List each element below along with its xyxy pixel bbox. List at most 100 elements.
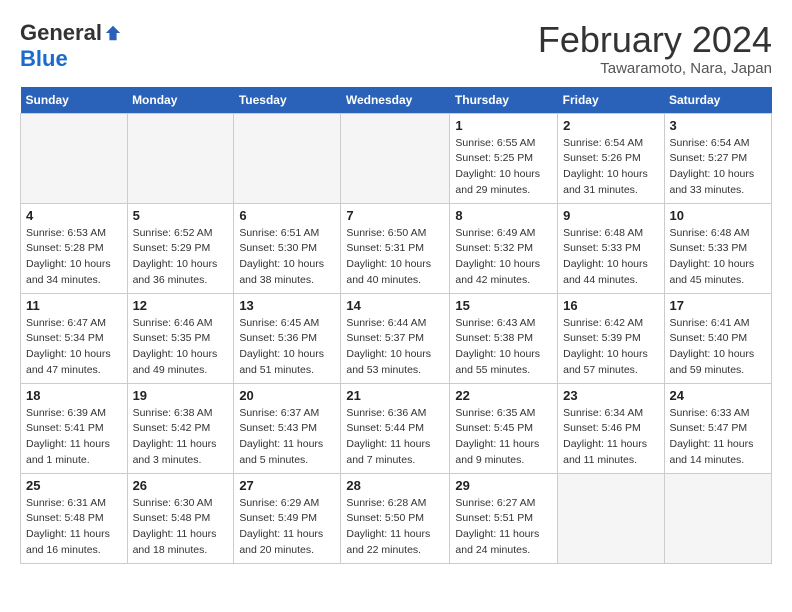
day-number: 10 <box>670 208 767 223</box>
day-info: Sunrise: 6:48 AMSunset: 5:33 PMDaylight:… <box>563 226 658 289</box>
calendar-day-cell: 21 Sunrise: 6:36 AMSunset: 5:44 PMDayligh… <box>341 383 450 473</box>
day-number: 1 <box>455 118 552 133</box>
day-info: Sunrise: 6:37 AMSunset: 5:43 PMDaylight:… <box>239 406 335 469</box>
calendar-day-cell: 26 Sunrise: 6:30 AMSunset: 5:48 PMDayligh… <box>127 473 234 563</box>
day-number: 13 <box>239 298 335 313</box>
calendar-day-cell <box>558 473 664 563</box>
day-info: Sunrise: 6:53 AMSunset: 5:28 PMDaylight:… <box>26 226 122 289</box>
day-info: Sunrise: 6:39 AMSunset: 5:41 PMDaylight:… <box>26 406 122 469</box>
day-info: Sunrise: 6:42 AMSunset: 5:39 PMDaylight:… <box>563 316 658 379</box>
calendar-day-cell: 11Sunrise: 6:47 AMSunset: 5:34 PMDayligh… <box>21 293 128 383</box>
day-number: 28 <box>346 478 444 493</box>
day-info: Sunrise: 6:34 AMSunset: 5:46 PMDaylight:… <box>563 406 658 469</box>
logo-general-text: General <box>20 20 102 46</box>
day-info: Sunrise: 6:35 AMSunset: 5:45 PMDaylight:… <box>455 406 552 469</box>
day-info: Sunrise: 6:33 AMSunset: 5:47 PMDaylight:… <box>670 406 767 469</box>
calendar-day-cell: 18 Sunrise: 6:39 AMSunset: 5:41 PMDayligh… <box>21 383 128 473</box>
calendar-week-row: 11Sunrise: 6:47 AMSunset: 5:34 PMDayligh… <box>21 293 772 383</box>
day-number: 6 <box>239 208 335 223</box>
title-area: February 2024 Tawaramoto, Nara, Japan <box>538 20 772 77</box>
calendar-week-row: 25 Sunrise: 6:31 AMSunset: 5:48 PMDayligh… <box>21 473 772 563</box>
calendar-day-cell: 17Sunrise: 6:41 AMSunset: 5:40 PMDayligh… <box>664 293 772 383</box>
weekday-header: Sunday <box>21 87 128 114</box>
day-info: Sunrise: 6:30 AMSunset: 5:48 PMDaylight:… <box>133 496 229 559</box>
calendar-day-cell: 27Sunrise: 6:29 AMSunset: 5:49 PMDayligh… <box>234 473 341 563</box>
day-info: Sunrise: 6:49 AMSunset: 5:32 PMDaylight:… <box>455 226 552 289</box>
day-number: 17 <box>670 298 767 313</box>
calendar-day-cell: 16 Sunrise: 6:42 AMSunset: 5:39 PMDayligh… <box>558 293 664 383</box>
calendar-day-cell: 7 Sunrise: 6:50 AMSunset: 5:31 PMDaylight… <box>341 203 450 293</box>
day-number: 21 <box>346 388 444 403</box>
calendar-day-cell: 12 Sunrise: 6:46 AMSunset: 5:35 PMDayligh… <box>127 293 234 383</box>
day-info: Sunrise: 6:29 AMSunset: 5:49 PMDaylight:… <box>239 496 335 559</box>
calendar-day-cell: 14Sunrise: 6:44 AMSunset: 5:37 PMDayligh… <box>341 293 450 383</box>
logo: General Blue <box>20 20 122 72</box>
day-number: 11 <box>26 298 122 313</box>
calendar-day-cell <box>664 473 772 563</box>
calendar-day-cell: 6 Sunrise: 6:51 AMSunset: 5:30 PMDaylight… <box>234 203 341 293</box>
day-number: 24 <box>670 388 767 403</box>
calendar-day-cell: 24 Sunrise: 6:33 AMSunset: 5:47 PMDayligh… <box>664 383 772 473</box>
calendar-day-cell: 13Sunrise: 6:45 AMSunset: 5:36 PMDayligh… <box>234 293 341 383</box>
calendar-day-cell: 28 Sunrise: 6:28 AMSunset: 5:50 PMDayligh… <box>341 473 450 563</box>
day-number: 18 <box>26 388 122 403</box>
calendar-table: SundayMondayTuesdayWednesdayThursdayFrid… <box>20 87 772 564</box>
day-number: 4 <box>26 208 122 223</box>
day-info: Sunrise: 6:52 AMSunset: 5:29 PMDaylight:… <box>133 226 229 289</box>
weekday-header-row: SundayMondayTuesdayWednesdayThursdayFrid… <box>21 87 772 114</box>
calendar-day-cell: 29 Sunrise: 6:27 AMSunset: 5:51 PMDayligh… <box>450 473 558 563</box>
calendar-day-cell <box>341 113 450 203</box>
day-number: 25 <box>26 478 122 493</box>
day-info: Sunrise: 6:31 AMSunset: 5:48 PMDaylight:… <box>26 496 122 559</box>
day-info: Sunrise: 6:48 AMSunset: 5:33 PMDaylight:… <box>670 226 767 289</box>
calendar-day-cell: 4 Sunrise: 6:53 AMSunset: 5:28 PMDaylight… <box>21 203 128 293</box>
calendar-day-cell: 25 Sunrise: 6:31 AMSunset: 5:48 PMDayligh… <box>21 473 128 563</box>
page-header: General Blue February 2024 Tawaramoto, N… <box>20 20 772 77</box>
calendar-day-cell: 23Sunrise: 6:34 AMSunset: 5:46 PMDayligh… <box>558 383 664 473</box>
day-number: 22 <box>455 388 552 403</box>
calendar-day-cell: 10 Sunrise: 6:48 AMSunset: 5:33 PMDayligh… <box>664 203 772 293</box>
day-number: 9 <box>563 208 658 223</box>
day-number: 12 <box>133 298 229 313</box>
day-number: 3 <box>670 118 767 133</box>
day-info: Sunrise: 6:54 AMSunset: 5:26 PMDaylight:… <box>563 136 658 199</box>
day-info: Sunrise: 6:38 AMSunset: 5:42 PMDaylight:… <box>133 406 229 469</box>
weekday-header: Wednesday <box>341 87 450 114</box>
day-info: Sunrise: 6:46 AMSunset: 5:35 PMDaylight:… <box>133 316 229 379</box>
calendar-day-cell <box>234 113 341 203</box>
day-number: 16 <box>563 298 658 313</box>
month-title: February 2024 <box>538 20 772 60</box>
calendar-day-cell: 9 Sunrise: 6:48 AMSunset: 5:33 PMDaylight… <box>558 203 664 293</box>
day-number: 7 <box>346 208 444 223</box>
day-number: 14 <box>346 298 444 313</box>
location: Tawaramoto, Nara, Japan <box>538 60 772 77</box>
day-info: Sunrise: 6:51 AMSunset: 5:30 PMDaylight:… <box>239 226 335 289</box>
day-info: Sunrise: 6:28 AMSunset: 5:50 PMDaylight:… <box>346 496 444 559</box>
weekday-header: Friday <box>558 87 664 114</box>
day-info: Sunrise: 6:27 AMSunset: 5:51 PMDaylight:… <box>455 496 552 559</box>
day-number: 15 <box>455 298 552 313</box>
logo-icon <box>104 24 122 42</box>
day-number: 29 <box>455 478 552 493</box>
weekday-header: Thursday <box>450 87 558 114</box>
calendar-day-cell <box>127 113 234 203</box>
weekday-header: Monday <box>127 87 234 114</box>
calendar-week-row: 18 Sunrise: 6:39 AMSunset: 5:41 PMDayligh… <box>21 383 772 473</box>
calendar-day-cell: 2Sunrise: 6:54 AMSunset: 5:26 PMDaylight… <box>558 113 664 203</box>
day-info: Sunrise: 6:54 AMSunset: 5:27 PMDaylight:… <box>670 136 767 199</box>
calendar-week-row: 4 Sunrise: 6:53 AMSunset: 5:28 PMDaylight… <box>21 203 772 293</box>
day-info: Sunrise: 6:36 AMSunset: 5:44 PMDaylight:… <box>346 406 444 469</box>
calendar-day-cell: 22 Sunrise: 6:35 AMSunset: 5:45 PMDayligh… <box>450 383 558 473</box>
day-number: 20 <box>239 388 335 403</box>
calendar-day-cell: 19Sunrise: 6:38 AMSunset: 5:42 PMDayligh… <box>127 383 234 473</box>
day-info: Sunrise: 6:50 AMSunset: 5:31 PMDaylight:… <box>346 226 444 289</box>
day-info: Sunrise: 6:55 AMSunset: 5:25 PMDaylight:… <box>455 136 552 199</box>
calendar-day-cell: 1 Sunrise: 6:55 AMSunset: 5:25 PMDaylight… <box>450 113 558 203</box>
weekday-header: Saturday <box>664 87 772 114</box>
day-number: 26 <box>133 478 229 493</box>
calendar-week-row: 1 Sunrise: 6:55 AMSunset: 5:25 PMDaylight… <box>21 113 772 203</box>
calendar-day-cell: 20 Sunrise: 6:37 AMSunset: 5:43 PMDayligh… <box>234 383 341 473</box>
calendar-day-cell: 15Sunrise: 6:43 AMSunset: 5:38 PMDayligh… <box>450 293 558 383</box>
logo-blue-text: Blue <box>20 46 68 71</box>
calendar-day-cell: 8Sunrise: 6:49 AMSunset: 5:32 PMDaylight… <box>450 203 558 293</box>
